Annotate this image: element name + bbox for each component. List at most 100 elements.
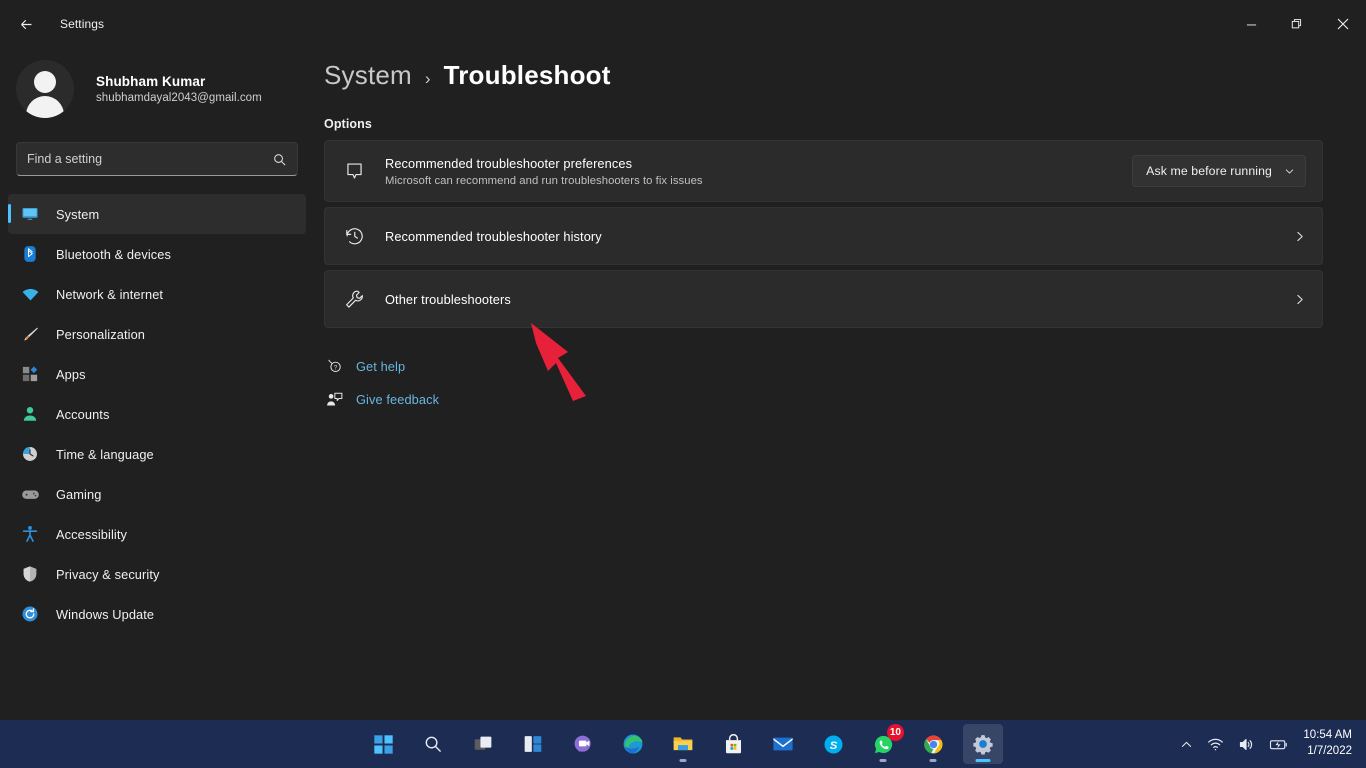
sidebar-item-network-internet[interactable]: Network & internet xyxy=(8,274,306,314)
chevron-right-icon[interactable] xyxy=(1293,230,1306,243)
sidebar-item-gaming[interactable]: Gaming xyxy=(8,474,306,514)
clock-date: 1/7/2022 xyxy=(1303,744,1352,760)
give-feedback-link[interactable]: Give feedback xyxy=(322,383,1366,416)
close-button[interactable] xyxy=(1320,0,1366,48)
card-title: Other troubleshooters xyxy=(385,292,1293,307)
maximize-button[interactable] xyxy=(1274,0,1320,48)
svg-text:?: ? xyxy=(333,365,337,371)
sidebar-item-time-language[interactable]: Time & language xyxy=(8,434,306,474)
start-button[interactable] xyxy=(363,724,403,764)
edge-icon xyxy=(622,733,644,755)
chat-button[interactable] xyxy=(563,724,603,764)
card-title: Recommended troubleshooter preferences xyxy=(385,156,1132,171)
sidebar-item-privacy-security[interactable]: Privacy & security xyxy=(8,554,306,594)
volume-button[interactable] xyxy=(1231,724,1262,764)
edge-button[interactable] xyxy=(613,724,653,764)
card-subtitle: Microsoft can recommend and run troubles… xyxy=(385,175,1132,187)
task-view-button[interactable] xyxy=(463,724,503,764)
user-profile[interactable]: Shubham Kumar shubhamdayal2043@gmail.com xyxy=(0,48,314,120)
search-box[interactable] xyxy=(16,142,298,176)
sidebar-item-label: Gaming xyxy=(56,487,101,502)
search-input[interactable] xyxy=(27,152,272,166)
sidebar-item-accessibility[interactable]: Accessibility xyxy=(8,514,306,554)
get-help-link[interactable]: ? Get help xyxy=(322,350,1366,383)
restore-icon xyxy=(1291,18,1303,30)
windows-logo-icon xyxy=(373,734,394,755)
notification-badge: 10 xyxy=(887,724,904,741)
history-icon xyxy=(341,226,367,247)
chrome-icon xyxy=(923,734,944,755)
mail-button[interactable] xyxy=(763,724,803,764)
sidebar-item-label: Network & internet xyxy=(56,287,163,302)
chevron-right-icon[interactable] xyxy=(1293,293,1306,306)
chrome-button[interactable] xyxy=(913,724,953,764)
running-indicator xyxy=(880,759,887,762)
sidebar-item-label: System xyxy=(56,207,99,222)
minimize-icon xyxy=(1246,19,1257,30)
help-icon: ? xyxy=(322,358,346,375)
file-explorer-button[interactable] xyxy=(663,724,703,764)
task-view-icon xyxy=(473,734,494,755)
skype-button[interactable]: S xyxy=(813,724,853,764)
feedback-icon xyxy=(322,391,346,408)
monitor-icon xyxy=(20,204,40,224)
widgets-button[interactable] xyxy=(513,724,553,764)
accessibility-icon xyxy=(20,524,40,544)
sidebar-nav: System Bluetooth & devices Network & int… xyxy=(0,194,314,634)
wifi-icon xyxy=(1207,736,1224,753)
taskbar: S 10 xyxy=(0,720,1366,768)
sidebar-item-label: Bluetooth & devices xyxy=(56,247,171,262)
running-indicator xyxy=(930,759,937,762)
sidebar-item-bluetooth-devices[interactable]: Bluetooth & devices xyxy=(8,234,306,274)
search-icon xyxy=(272,152,287,167)
folder-icon xyxy=(672,733,694,755)
sidebar-item-label: Accessibility xyxy=(56,527,127,542)
main-content: System › Troubleshoot Options Recommende… xyxy=(314,48,1366,720)
store-icon xyxy=(723,734,744,755)
sidebar-item-label: Accounts xyxy=(56,407,109,422)
profile-email: shubhamdayal2043@gmail.com xyxy=(96,92,262,104)
whatsapp-button[interactable]: 10 xyxy=(863,724,903,764)
sidebar-item-system[interactable]: System xyxy=(8,194,306,234)
card-recommended-troubleshooter-history[interactable]: Recommended troubleshooter history xyxy=(324,207,1323,265)
search-button[interactable] xyxy=(413,724,453,764)
microsoft-store-button[interactable] xyxy=(713,724,753,764)
sidebar-item-label: Apps xyxy=(56,367,86,382)
sidebar-item-apps[interactable]: Apps xyxy=(8,354,306,394)
sidebar-item-label: Privacy & security xyxy=(56,567,160,582)
avatar xyxy=(16,60,74,118)
troubleshooter-preference-dropdown[interactable]: Ask me before running xyxy=(1132,155,1306,187)
account-icon xyxy=(20,404,40,424)
tray-overflow-button[interactable] xyxy=(1173,724,1200,764)
link-label: Get help xyxy=(356,359,405,374)
sidebar-item-personalization[interactable]: Personalization xyxy=(8,314,306,354)
paintbrush-icon xyxy=(20,324,40,344)
chat-icon xyxy=(573,734,594,755)
options-list: Recommended troubleshooter preferences M… xyxy=(324,140,1323,328)
link-label: Give feedback xyxy=(356,392,439,407)
apps-icon xyxy=(20,364,40,384)
window-controls xyxy=(1228,0,1366,48)
breadcrumb-parent[interactable]: System xyxy=(324,60,412,91)
clock[interactable]: 10:54 AM 1/7/2022 xyxy=(1297,724,1366,764)
minimize-button[interactable] xyxy=(1228,0,1274,48)
close-icon xyxy=(1337,18,1349,30)
gear-icon xyxy=(972,733,994,755)
wrench-icon xyxy=(341,289,367,310)
card-other-troubleshooters[interactable]: Other troubleshooters xyxy=(324,270,1323,328)
back-button[interactable] xyxy=(4,8,48,40)
sidebar-item-windows-update[interactable]: Windows Update xyxy=(8,594,306,634)
chevron-up-icon xyxy=(1180,738,1193,751)
speech-bubble-icon xyxy=(341,161,367,182)
settings-button[interactable] xyxy=(963,724,1003,764)
card-title: Recommended troubleshooter history xyxy=(385,229,1293,244)
sidebar-item-label: Windows Update xyxy=(56,607,154,622)
battery-charging-icon xyxy=(1269,736,1290,753)
shield-icon xyxy=(20,564,40,584)
card-recommended-troubleshooter-preferences[interactable]: Recommended troubleshooter preferences M… xyxy=(324,140,1323,202)
battery-button[interactable] xyxy=(1262,724,1297,764)
network-button[interactable] xyxy=(1200,724,1231,764)
volume-icon xyxy=(1238,736,1255,753)
bluetooth-icon xyxy=(20,244,40,264)
sidebar-item-accounts[interactable]: Accounts xyxy=(8,394,306,434)
